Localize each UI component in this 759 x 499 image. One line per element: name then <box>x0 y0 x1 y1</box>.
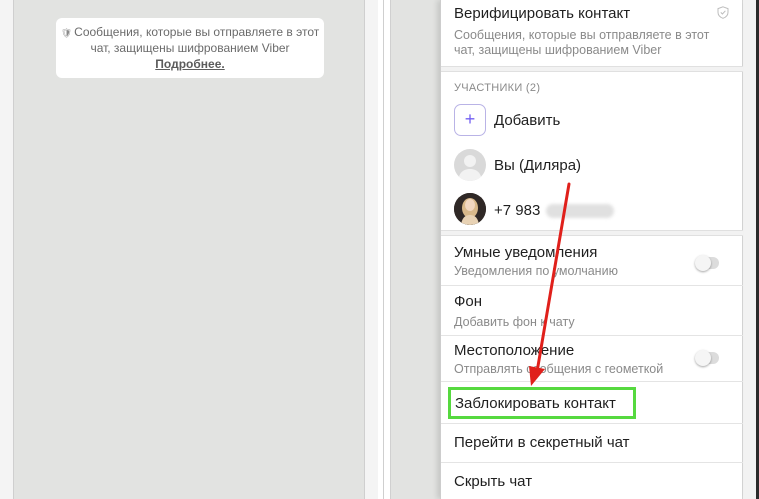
smart-notifications-toggle[interactable] <box>695 255 719 271</box>
default-avatar-icon <box>458 155 482 181</box>
phone-divider <box>383 0 384 499</box>
left-phone-bezel-right <box>364 0 378 499</box>
verify-contact-subtitle: Сообщения, которые вы отправляете в этот <box>454 28 710 42</box>
contact-photo <box>454 193 486 225</box>
section-divider <box>441 230 743 236</box>
smart-notifications-subtitle: Уведомления по умолчанию <box>454 264 618 278</box>
right-phone-screen: Верифицировать контакт Сообщения, которы… <box>378 0 759 499</box>
verify-contact-title: Верифицировать контакт <box>454 5 631 22</box>
plus-icon: + <box>454 104 486 136</box>
row-divider <box>441 335 743 336</box>
block-contact-button[interactable]: Заблокировать контакт <box>448 387 636 419</box>
right-phone-bezel <box>742 0 756 499</box>
toggle-knob <box>695 255 711 271</box>
participants-header: УЧАСТНИКИ (2) <box>454 82 541 94</box>
shield-icon: 🛡︎ <box>60 28 73 38</box>
learn-more-link[interactable]: Подробнее. <box>155 57 224 72</box>
block-contact-label: Заблокировать контакт <box>455 395 616 412</box>
contact-phone-number: +7 983 <box>494 202 541 219</box>
row-divider <box>441 423 743 424</box>
add-participant-label: Добавить <box>494 112 561 129</box>
row-divider <box>441 381 743 382</box>
encryption-notice-text: Сообщения, которые вы отправляете в этот… <box>74 25 320 55</box>
smart-notifications-title: Умные уведомления <box>454 244 598 261</box>
blurred-phone-digits <box>546 204 615 219</box>
chat-background-behind-panel <box>390 0 440 499</box>
avatar <box>454 149 486 181</box>
contact-avatar <box>454 193 486 225</box>
shield-icon <box>717 6 729 19</box>
chat-background-subtitle: Добавить фон к чату <box>454 315 575 329</box>
chat-background-title: Фон <box>454 293 483 310</box>
location-title: Местоположение <box>454 342 575 359</box>
row-divider <box>441 462 743 463</box>
left-phone-screen: 🛡︎ Сообщения, которые вы отправляете в эт… <box>0 0 378 499</box>
participant-contact-phone: +7 983 <box>494 202 615 219</box>
encryption-notice: 🛡︎ Сообщения, которые вы отправляете в эт… <box>56 18 324 78</box>
location-toggle[interactable] <box>695 350 719 366</box>
verify-contact-subtitle-2: чат, защищены шифрованием Viber <box>454 43 662 57</box>
location-subtitle: Отправлять сообщения с геометкой <box>454 362 664 376</box>
secret-chat-label: Перейти в секретный чат <box>454 434 630 451</box>
row-divider <box>441 285 743 286</box>
participant-me-name: Вы (Диляра) <box>494 157 582 174</box>
toggle-knob <box>695 350 711 366</box>
section-divider <box>441 66 743 72</box>
left-phone-bezel <box>0 0 14 499</box>
chat-info-panel: Верифицировать контакт Сообщения, которы… <box>440 0 743 499</box>
hide-chat-label: Скрыть чат <box>454 473 533 490</box>
